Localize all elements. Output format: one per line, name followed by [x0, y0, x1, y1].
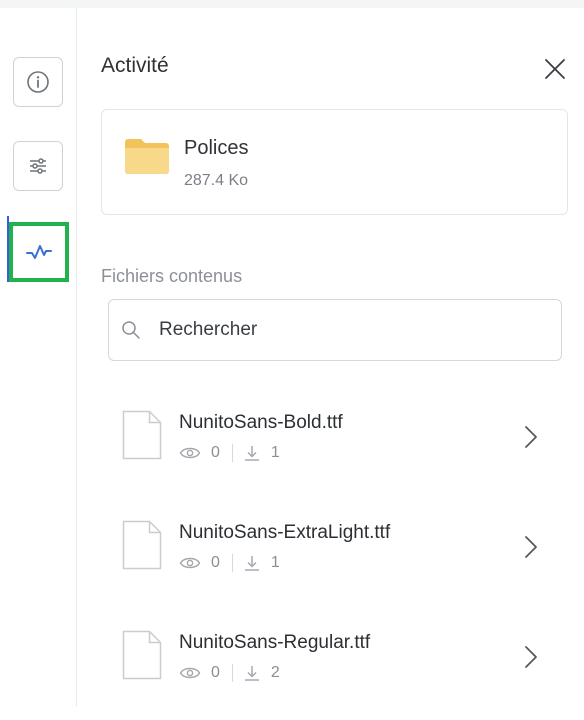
file-stats: 0 1 [179, 554, 280, 572]
download-icon [244, 666, 259, 681]
file-icon [122, 410, 162, 460]
view-count: 0 [211, 444, 220, 461]
view-count: 0 [211, 664, 220, 681]
search-box [108, 299, 562, 361]
file-name: NunitoSans-Bold.ttf [179, 412, 343, 433]
search-input[interactable] [157, 318, 541, 342]
download-count: 2 [270, 664, 280, 681]
file-icon [122, 630, 162, 680]
info-icon [27, 71, 49, 93]
file-row[interactable]: NunitoSans-Regular.ttf 0 2 [100, 630, 570, 720]
file-stats: 0 1 [179, 444, 280, 462]
download-count: 1 [270, 444, 280, 461]
chevron-right-icon [525, 426, 537, 448]
stats-divider [231, 554, 233, 572]
download-count: 1 [270, 554, 280, 571]
sidebar-rail [0, 8, 77, 706]
activity-icon [26, 245, 52, 259]
close-icon [545, 59, 565, 79]
close-button[interactable] [540, 54, 570, 84]
eye-icon [179, 557, 201, 569]
panel-title: Activité [101, 54, 169, 77]
chevron-right-icon [525, 536, 537, 558]
sliders-icon [30, 158, 46, 174]
activity-button[interactable] [9, 222, 69, 282]
folder-name: Polices [184, 137, 249, 159]
file-row[interactable]: NunitoSans-ExtraLight.ttf 0 1 [100, 520, 570, 610]
folder-card: Polices 287.4 Ko [101, 109, 568, 215]
info-button[interactable] [12, 56, 64, 108]
eye-icon [179, 667, 201, 679]
file-stats: 0 2 [179, 664, 280, 682]
top-strip [0, 0, 584, 8]
chevron-right-icon [525, 646, 537, 668]
settings-button[interactable] [12, 140, 64, 192]
stats-divider [231, 444, 233, 462]
download-icon [244, 556, 259, 571]
search-icon [121, 319, 143, 341]
file-icon [122, 520, 162, 570]
download-icon [244, 446, 259, 461]
eye-icon [179, 447, 201, 459]
file-name: NunitoSans-ExtraLight.ttf [179, 522, 391, 543]
folder-size: 287.4 Ko [184, 172, 249, 189]
file-row[interactable]: NunitoSans-Bold.ttf 0 1 [100, 410, 570, 500]
view-count: 0 [211, 554, 220, 571]
folder-icon [125, 139, 169, 174]
section-label: Fichiers contenus [101, 266, 243, 286]
file-name: NunitoSans-Regular.ttf [179, 632, 371, 653]
stats-divider [231, 664, 233, 682]
